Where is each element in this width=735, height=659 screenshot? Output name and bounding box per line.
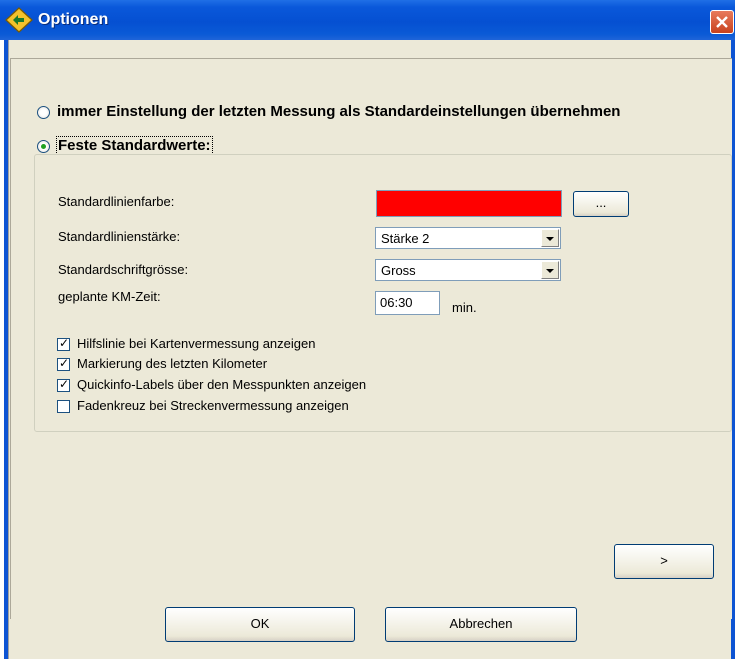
checkbox-last-km-marker-label[interactable]: Markierung des letzten Kilometer xyxy=(77,356,267,371)
font-size-select[interactable]: Gross xyxy=(375,259,561,281)
app-icon xyxy=(5,7,33,33)
font-size-label: Standardschriftgrösse: xyxy=(58,262,189,277)
radio-last-measurement-label[interactable]: immer Einstellung der letzten Messung al… xyxy=(57,103,620,120)
checkbox-last-km-marker[interactable] xyxy=(57,356,70,371)
close-icon xyxy=(716,16,728,28)
checkbox-helper-line[interactable] xyxy=(57,336,70,351)
line-width-value: Stärke 2 xyxy=(381,231,430,246)
checkbox-quickinfo-labels[interactable] xyxy=(57,377,70,392)
choose-color-button[interactable]: ... xyxy=(573,191,629,217)
line-width-label: Standardlinienstärke: xyxy=(58,229,181,244)
cancel-button[interactable]: Abbrechen xyxy=(385,607,577,642)
window-title: Optionen xyxy=(38,11,109,28)
title-bar[interactable]: Optionen xyxy=(0,0,735,40)
checkbox-crosshair-label[interactable]: Fadenkreuz bei Streckenvermessung anzeig… xyxy=(77,398,349,413)
radio-fixed-defaults-label[interactable]: Feste Standardwerte: xyxy=(56,136,213,155)
next-button[interactable]: > xyxy=(614,544,714,579)
radio-fixed-defaults[interactable] xyxy=(37,140,50,153)
line-color-label: Standardlinienfarbe: xyxy=(58,194,175,209)
radio-last-measurement[interactable] xyxy=(37,106,50,119)
km-time-input[interactable]: 06:30 xyxy=(375,291,440,315)
line-color-swatch[interactable] xyxy=(376,190,562,217)
close-button[interactable] xyxy=(710,10,734,34)
checkbox-quickinfo-labels-label[interactable]: Quickinfo-Labels über den Messpunkten an… xyxy=(77,377,366,392)
chevron-down-icon[interactable] xyxy=(541,261,559,279)
chevron-down-icon[interactable] xyxy=(541,229,559,247)
font-size-value: Gross xyxy=(381,263,416,278)
km-time-unit: min. xyxy=(452,300,477,315)
checkbox-helper-line-label[interactable]: Hilfslinie bei Kartenvermessung anzeigen xyxy=(77,336,315,351)
radio-fixed-defaults-text: Feste Standardwerte: xyxy=(56,136,213,155)
checkbox-crosshair[interactable] xyxy=(57,400,70,413)
km-time-label: geplante KM-Zeit: xyxy=(58,289,161,304)
line-width-select[interactable]: Stärke 2 xyxy=(375,227,561,249)
ok-button[interactable]: OK xyxy=(165,607,355,642)
